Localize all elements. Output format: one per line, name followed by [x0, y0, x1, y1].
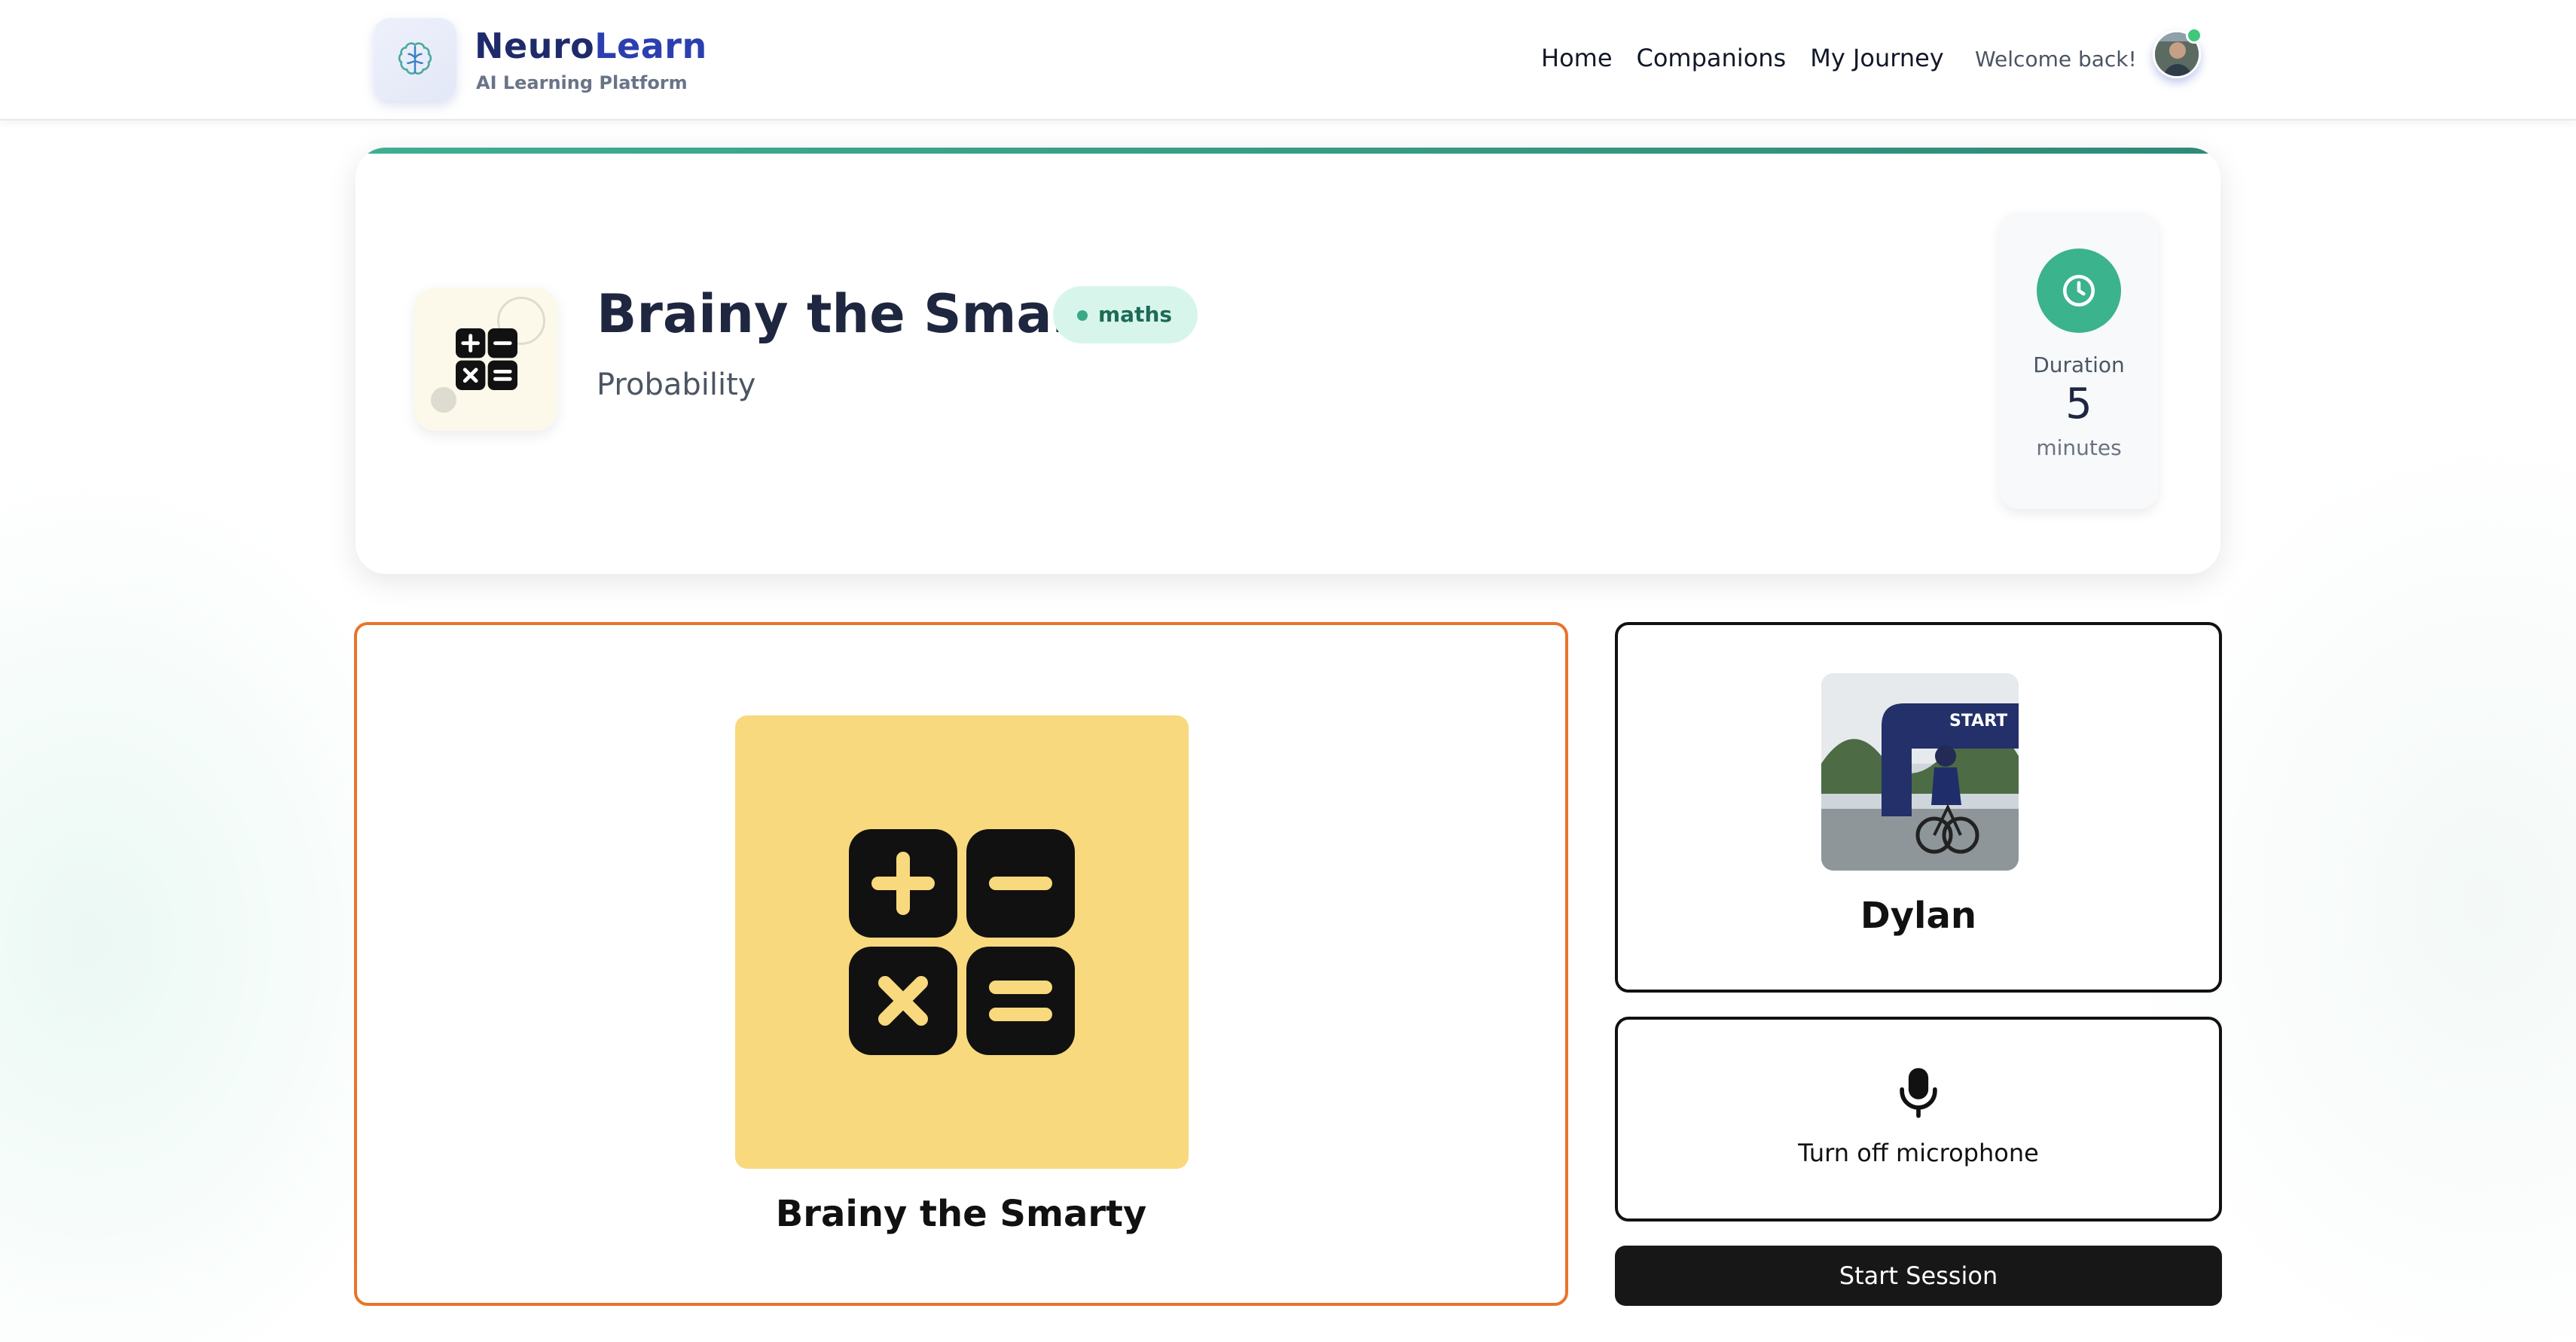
duration-label: Duration — [2033, 352, 2125, 377]
duration-value: 5 — [2065, 380, 2092, 429]
accent-bar — [356, 148, 2220, 154]
companion-name: Brainy the Smarty — [775, 1193, 1147, 1235]
user-photo-image: START — [1821, 673, 2019, 871]
svg-text:START: START — [1949, 712, 2007, 730]
clock-icon — [2062, 274, 2095, 307]
decor-dot — [431, 387, 456, 413]
subject-badge: maths — [1053, 286, 1198, 343]
user-card: START Dylan — [1615, 622, 2222, 993]
duration-unit: minutes — [2036, 435, 2122, 460]
calculator-icon — [456, 328, 517, 390]
brain-icon — [398, 42, 432, 75]
top-navbar: NeuroLearn AI Learning Platform Home Com… — [0, 0, 2576, 120]
microphone-toggle[interactable]: Turn off microphone — [1615, 1017, 2222, 1222]
nav-link-companions[interactable]: Companions — [1637, 44, 1787, 72]
companion-panel: Brainy the Smarty — [354, 622, 1568, 1306]
user-name: Dylan — [1860, 895, 1977, 937]
nav-link-my-journey[interactable]: My Journey — [1810, 44, 1944, 72]
online-status-dot — [2186, 27, 2202, 44]
brand-name-part1: Neuro — [475, 26, 595, 66]
clock-badge — [2037, 249, 2121, 333]
microphone-toggle-label: Turn off microphone — [1798, 1139, 2039, 1167]
welcome-text: Welcome back! — [1975, 47, 2137, 72]
session-header-card: Brainy the Smarty maths Probability Dura… — [356, 148, 2220, 574]
calculator-icon — [849, 829, 1075, 1055]
duration-card: Duration 5 minutes — [1999, 212, 2159, 509]
brand-name[interactable]: NeuroLearn — [475, 26, 707, 66]
nav-link-home[interactable]: Home — [1541, 44, 1613, 72]
brand-tagline: AI Learning Platform — [476, 72, 688, 93]
microphone-icon — [1900, 1068, 1937, 1118]
user-photo: START — [1821, 673, 2019, 871]
brand-name-part2: Learn — [594, 26, 707, 66]
subject-icon-box — [414, 288, 557, 431]
start-session-button[interactable]: Start Session — [1615, 1246, 2222, 1306]
main-nav: Home Companions My Journey — [1541, 44, 1944, 72]
companion-avatar-tile — [735, 715, 1189, 1169]
brand-logo[interactable] — [374, 18, 456, 101]
session-topic: Probability — [597, 368, 756, 402]
